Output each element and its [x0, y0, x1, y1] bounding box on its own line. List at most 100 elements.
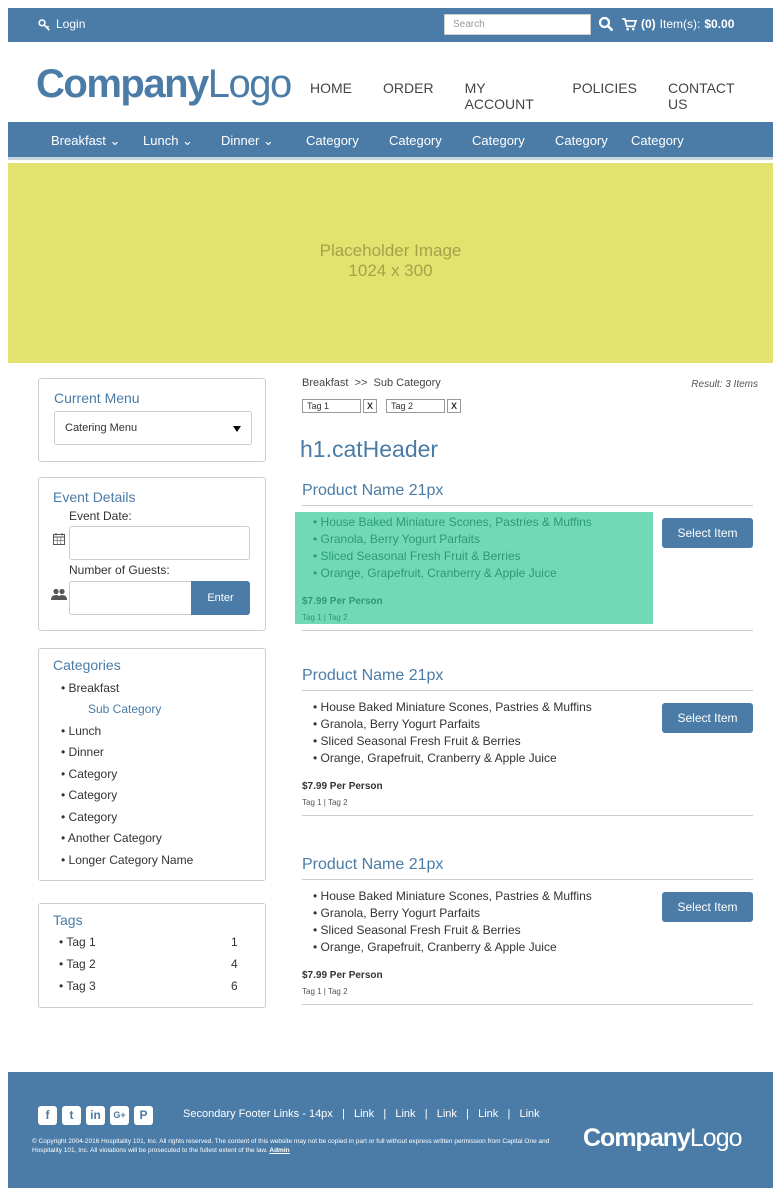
hero-text-line2: 1024 x 300 — [348, 261, 433, 280]
product-item: • Orange, Grapefruit, Cranberry & Apple … — [313, 940, 557, 954]
product-card: Product Name 21px • House Baked Miniatur… — [295, 482, 753, 632]
guests-field[interactable] — [69, 581, 193, 615]
remove-tag-button[interactable]: X — [363, 399, 377, 413]
categories-title: Categories — [53, 657, 121, 673]
product-item: • Granola, Berry Yogurt Parfaits — [313, 717, 480, 731]
tag-item-name[interactable]: • Tag 1 — [59, 935, 96, 949]
product-name[interactable]: Product Name 21px — [302, 667, 443, 685]
catnav-category[interactable]: Category — [555, 133, 608, 148]
main-nav: HOME ORDER MY ACCOUNT POLICIES CONTACT U… — [310, 80, 773, 112]
footer-links[interactable]: Secondary Footer Links - 14px | Link | L… — [183, 1108, 540, 1120]
remove-tag-button[interactable]: X — [447, 399, 461, 413]
cart-count: (0) — [641, 17, 656, 31]
google-plus-icon[interactable]: G+ — [110, 1106, 129, 1125]
category-nav: Breakfast ⌄ Lunch ⌄ Dinner ⌄ Category Ca… — [8, 122, 773, 160]
site-footer: f t in G+ P Secondary Footer Links - 14p… — [8, 1072, 773, 1188]
copyright-text: © Copyright 2004-2016 Hospitality 101, I… — [32, 1138, 550, 1154]
product-item: • Granola, Berry Yogurt Parfaits — [313, 906, 480, 920]
catnav-category[interactable]: Category — [472, 133, 525, 148]
social-links: f t in G+ P — [38, 1106, 153, 1125]
catnav-lunch[interactable]: Lunch ⌄ — [143, 133, 193, 149]
product-price: $7.99 Per Person — [302, 596, 383, 607]
product-price: $7.99 Per Person — [302, 781, 383, 792]
login-link[interactable]: Login — [38, 17, 85, 31]
product-item: • Sliced Seasonal Fresh Fruit & Berries — [313, 549, 521, 563]
divider — [302, 505, 753, 506]
tag-item-count: 6 — [231, 979, 238, 993]
product-item: • Sliced Seasonal Fresh Fruit & Berries — [313, 734, 521, 748]
menu-select[interactable]: Catering Menu — [54, 411, 252, 445]
product-item: • House Baked Miniature Scones, Pastries… — [313, 515, 592, 529]
tag-item-count: 1 — [231, 935, 238, 949]
category-item[interactable]: • Category — [61, 810, 117, 824]
catnav-category[interactable]: Category — [389, 133, 442, 148]
category-item[interactable]: • Category — [61, 767, 117, 781]
divider — [302, 879, 753, 880]
catnav-dinner[interactable]: Dinner ⌄ — [221, 133, 274, 149]
category-another[interactable]: • Another Category — [61, 831, 162, 845]
enter-button[interactable]: Enter — [191, 581, 250, 615]
linkedin-icon[interactable]: in — [86, 1106, 105, 1125]
category-longer-name[interactable]: • Longer Category Name — [61, 853, 193, 867]
nav-contact-us[interactable]: CONTACT US — [668, 80, 742, 112]
catnav-category[interactable]: Category — [631, 133, 684, 148]
pinterest-icon[interactable]: P — [134, 1106, 153, 1125]
select-item-button[interactable]: Select Item — [662, 518, 753, 548]
event-date-label: Event Date: — [69, 509, 132, 523]
nav-order[interactable]: ORDER — [383, 80, 434, 112]
menu-select-value: Catering Menu — [65, 422, 138, 434]
facebook-icon[interactable]: f — [38, 1106, 57, 1125]
product-item: • Sliced Seasonal Fresh Fruit & Berries — [313, 923, 521, 937]
product-tags: Tag 1 | Tag 2 — [302, 613, 348, 622]
hero-text-line1: Placeholder Image — [319, 241, 462, 260]
divider — [302, 630, 753, 631]
tag-item-name[interactable]: • Tag 2 — [59, 957, 96, 971]
tag-item-count: 4 — [231, 957, 238, 971]
event-details-box: Event Details Event Date: Number of Gues… — [38, 477, 266, 631]
category-sub-category[interactable]: Sub Category — [88, 702, 161, 716]
top-bar: Login Search (0) Item(s): $0.00 — [8, 8, 773, 42]
product-name[interactable]: Product Name 21px — [302, 856, 443, 874]
search-input[interactable]: Search — [444, 14, 591, 35]
product-price: $7.99 Per Person — [302, 970, 383, 981]
catnav-breakfast[interactable]: Breakfast ⌄ — [51, 133, 120, 149]
nav-home[interactable]: HOME — [310, 80, 352, 112]
calendar-icon — [53, 533, 65, 545]
catnav-category[interactable]: Category — [306, 133, 359, 148]
select-item-button[interactable]: Select Item — [662, 892, 753, 922]
company-logo[interactable]: CompanyLogo — [36, 62, 292, 107]
category-item[interactable]: • Category — [61, 788, 117, 802]
tag-item-name[interactable]: • Tag 3 — [59, 979, 96, 993]
product-tags: Tag 1 | Tag 2 — [302, 798, 348, 807]
product-name[interactable]: Product Name 21px — [302, 482, 443, 500]
page: Login Search (0) Item(s): $0.00 CompanyL… — [8, 8, 773, 1188]
footer-logo[interactable]: CompanyLogo — [583, 1124, 743, 1153]
breadcrumb[interactable]: Breakfast >> Sub Category — [302, 377, 441, 389]
product-card: Product Name 21px • House Baked Miniatur… — [302, 856, 753, 1006]
product-card: Product Name 21px • House Baked Miniatur… — [302, 667, 753, 817]
product-item: • House Baked Miniature Scones, Pastries… — [313, 889, 592, 903]
product-tags: Tag 1 | Tag 2 — [302, 987, 348, 996]
current-menu-title: Current Menu — [54, 390, 140, 406]
nav-policies[interactable]: POLICIES — [572, 80, 637, 112]
category-dinner[interactable]: • Dinner — [61, 745, 104, 759]
event-details-title: Event Details — [53, 489, 136, 505]
category-breakfast[interactable]: • Breakfast — [61, 681, 119, 695]
category-lunch[interactable]: • Lunch — [61, 724, 101, 738]
cart-link[interactable]: (0) Item(s): $0.00 — [622, 17, 734, 31]
twitter-icon[interactable]: t — [62, 1106, 81, 1125]
filter-tag-chip: Tag 2 — [386, 399, 445, 413]
search-icon[interactable] — [598, 16, 614, 32]
divider — [302, 815, 753, 816]
categories-box: Categories • Breakfast Sub Category • Lu… — [38, 648, 266, 881]
caret-down-icon — [233, 426, 241, 432]
users-icon — [51, 588, 67, 600]
event-date-field[interactable] — [69, 526, 250, 560]
category-header: h1.catHeader — [300, 436, 439, 462]
admin-link[interactable]: Admin — [269, 1147, 289, 1154]
hero-image: Placeholder Image 1024 x 300 — [8, 163, 773, 363]
result-count: Result: 3 Items — [691, 379, 758, 390]
cart-total: $0.00 — [704, 17, 735, 31]
select-item-button[interactable]: Select Item — [662, 703, 753, 733]
nav-my-account[interactable]: MY ACCOUNT — [465, 80, 542, 112]
